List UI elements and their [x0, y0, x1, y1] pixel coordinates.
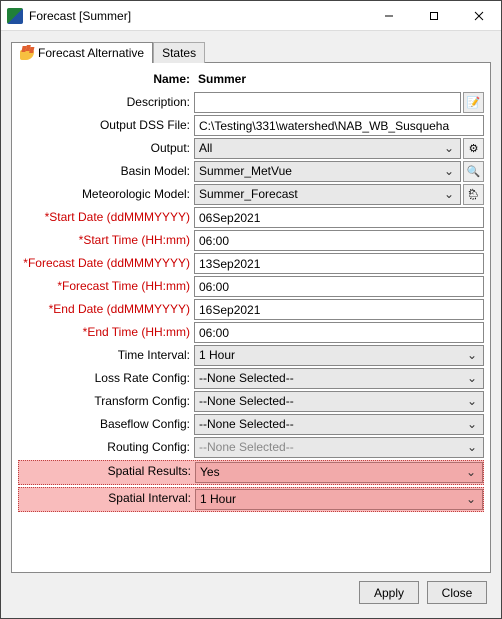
spatial-interval-label: Spatial Interval:: [19, 489, 195, 510]
routing-label: Routing Config:: [18, 437, 194, 458]
met-label: Meteorologic Model:: [18, 184, 194, 205]
start-time-input[interactable]: [194, 230, 484, 251]
forecast-window: Forecast [Summer] Forecast Alternative S…: [0, 0, 502, 619]
content-area: Forecast Alternative States Name: Summer…: [1, 31, 501, 618]
window-controls: [366, 1, 501, 30]
loss-label: Loss Rate Config:: [18, 368, 194, 389]
baseflow-label: Baseflow Config:: [18, 414, 194, 435]
description-input[interactable]: [194, 92, 461, 113]
maximize-button[interactable]: [411, 1, 456, 30]
minimize-button[interactable]: [366, 1, 411, 30]
app-icon: [7, 8, 23, 24]
tab-panel-forecast: Name: Summer Description: 📝 Output DSS F…: [11, 62, 491, 573]
tab-label: States: [162, 46, 196, 60]
name-value: Summer: [194, 69, 484, 90]
description-label: Description:: [18, 92, 194, 113]
titlebar: Forecast [Summer]: [1, 1, 501, 31]
start-date-input[interactable]: [194, 207, 484, 228]
spatial-interval-select[interactable]: 1 Hour: [195, 489, 483, 510]
basin-label: Basin Model:: [18, 161, 194, 182]
tab-states[interactable]: States: [153, 42, 205, 63]
basin-tool-icon[interactable]: 🔍: [463, 161, 484, 182]
end-date-label: End Date (ddMMMYYYY): [18, 299, 194, 320]
end-time-input[interactable]: [194, 322, 484, 343]
tab-label: Forecast Alternative: [38, 46, 144, 60]
start-time-label: Start Time (HH:mm): [18, 230, 194, 251]
close-dialog-button[interactable]: Close: [427, 581, 487, 604]
output-dss-input[interactable]: [194, 115, 484, 136]
routing-select[interactable]: --None Selected--: [194, 437, 484, 458]
name-label: Name:: [18, 69, 194, 90]
spatial-results-label: Spatial Results:: [19, 462, 195, 483]
output-select[interactable]: All: [194, 138, 461, 159]
window-title: Forecast [Summer]: [29, 9, 366, 23]
forecast-time-label: Forecast Time (HH:mm): [18, 276, 194, 297]
gear-icon[interactable]: ⚙: [463, 138, 484, 159]
time-interval-label: Time Interval:: [18, 345, 194, 366]
start-date-label: Start Date (ddMMMYYYY): [18, 207, 194, 228]
baseflow-select[interactable]: --None Selected--: [194, 414, 484, 435]
description-edit-icon[interactable]: 📝: [463, 92, 484, 113]
tab-forecast-alternative[interactable]: Forecast Alternative: [11, 42, 153, 63]
output-dss-label: Output DSS File:: [18, 115, 194, 136]
forecast-date-input[interactable]: [194, 253, 484, 274]
end-time-label: End Time (HH:mm): [18, 322, 194, 343]
end-date-input[interactable]: [194, 299, 484, 320]
footer-buttons: Apply Close: [5, 573, 497, 614]
time-interval-select[interactable]: 1 Hour: [194, 345, 484, 366]
spatial-results-select[interactable]: Yes: [195, 462, 483, 483]
output-label: Output:: [18, 138, 194, 159]
forecast-time-input[interactable]: [194, 276, 484, 297]
tab-strip: Forecast Alternative States: [5, 35, 497, 62]
transform-label: Transform Config:: [18, 391, 194, 412]
basin-select[interactable]: Summer_MetVue: [194, 161, 461, 182]
transform-select[interactable]: --None Selected--: [194, 391, 484, 412]
close-button[interactable]: [456, 1, 501, 30]
met-tool-icon[interactable]: 🌦: [463, 184, 484, 205]
forecast-date-label: Forecast Date (ddMMMYYYY): [18, 253, 194, 274]
met-select[interactable]: Summer_Forecast: [194, 184, 461, 205]
apply-button[interactable]: Apply: [359, 581, 419, 604]
loss-select[interactable]: --None Selected--: [194, 368, 484, 389]
forecast-icon: [20, 46, 34, 60]
